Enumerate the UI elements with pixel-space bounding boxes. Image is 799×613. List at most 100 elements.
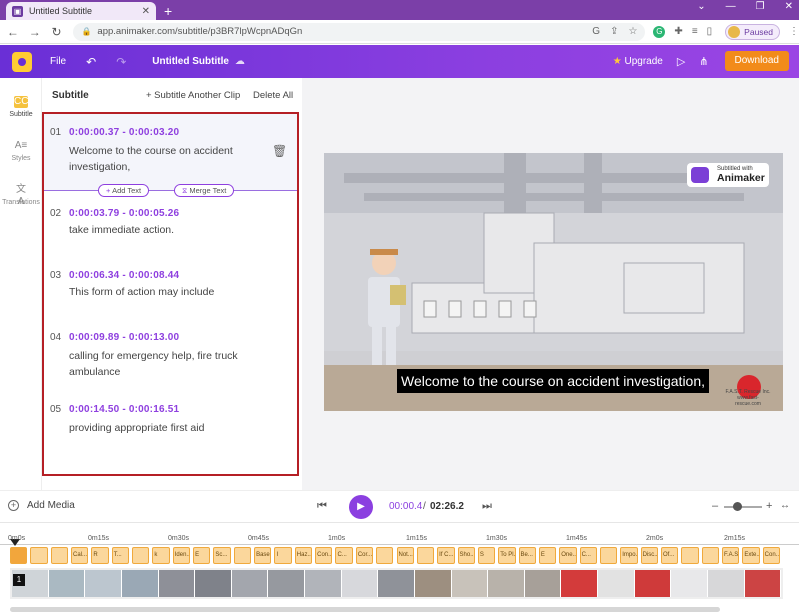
subtitle-entry[interactable]: 02 0:00:03.79 - 0:00:05.26 take immediat… — [44, 202, 297, 258]
rail-item-subtitle[interactable]: CC Subtitle — [0, 96, 42, 118]
subtitle-chip[interactable]: k — [152, 547, 170, 564]
trash-icon[interactable]: 🗑 — [272, 144, 287, 158]
skip-back-icon[interactable]: ⏮ — [317, 500, 327, 513]
tab-close-icon[interactable]: ✕ — [142, 6, 150, 17]
zoom-slider[interactable] — [724, 506, 762, 508]
subtitle-entry[interactable]: 01 0:00:00.37 - 0:00:03.20 Welcome to th… — [44, 114, 297, 190]
subtitle-chip[interactable]: Sc... — [213, 547, 231, 564]
subtitle-chip[interactable]: If C... — [437, 547, 455, 564]
subtitle-chip[interactable]: Cor... — [355, 547, 374, 564]
subtitle-chip[interactable] — [10, 547, 28, 564]
back-icon[interactable]: ← — [4, 25, 22, 39]
skip-forward-icon[interactable]: ⏭ — [482, 500, 492, 513]
entry-time[interactable]: 0:00:06.34 - 0:00:08.44 — [69, 270, 179, 281]
subtitle-chip[interactable]: T... — [111, 547, 130, 564]
rail-item-translations[interactable]: 文A Translations — [0, 184, 42, 207]
subtitle-chip[interactable]: Haz... — [294, 547, 313, 564]
subtitle-entry[interactable]: 04 0:00:09.89 - 0:00:13.00 calling for e… — [44, 326, 297, 396]
project-title[interactable]: Untitled Subtitle — [152, 56, 229, 67]
subtitle-chip[interactable]: S — [477, 547, 496, 564]
entry-time[interactable]: 0:00:00.37 - 0:00:03.20 — [69, 127, 179, 138]
subtitle-chip[interactable]: R — [91, 547, 109, 564]
restore-icon[interactable]: ❐ — [756, 1, 765, 12]
extensions-icon[interactable]: ✚ — [674, 26, 682, 37]
subtitle-chip[interactable]: Con... — [762, 547, 780, 564]
google-lens-icon[interactable]: G — [592, 26, 600, 37]
subtitle-chip[interactable] — [681, 547, 699, 564]
undo-icon[interactable]: ↶ — [86, 55, 96, 69]
entry-time[interactable]: 0:00:14.50 - 0:00:16.51 — [69, 404, 179, 415]
delete-all-button[interactable]: Delete All — [253, 90, 293, 101]
zoom-out-icon[interactable]: – — [712, 500, 718, 512]
subtitle-chip[interactable] — [701, 547, 719, 564]
entry-text[interactable]: Welcome to the course on accident invest… — [69, 143, 269, 175]
subtitle-chip[interactable] — [50, 547, 68, 564]
subtitle-chip[interactable]: Con... — [315, 547, 333, 564]
close-icon[interactable]: ✕ — [785, 1, 793, 12]
side-panel-icon[interactable]: ▯ — [707, 26, 713, 37]
profile-button[interactable]: Paused — [725, 23, 781, 40]
bookmark-star-icon[interactable]: ☆ — [628, 26, 637, 37]
subtitle-chip[interactable] — [30, 547, 48, 564]
share-icon[interactable]: ⇪ — [610, 26, 618, 37]
timeline-scrollbar[interactable] — [10, 607, 720, 612]
entry-text[interactable]: calling for emergency help, fire truck a… — [69, 348, 269, 380]
zoom-in-icon[interactable]: + — [766, 500, 772, 512]
subtitle-chip[interactable]: I — [274, 547, 292, 564]
subtitle-entry[interactable]: 05 0:00:14.50 - 0:00:16.51 providing app… — [44, 398, 297, 454]
subtitle-chip[interactable]: C... — [579, 547, 597, 564]
add-text-button[interactable]: + Add Text — [98, 184, 150, 197]
chevron-down-icon[interactable]: ⌄ — [697, 1, 705, 12]
grammarly-icon[interactable]: G — [653, 25, 666, 38]
fit-timeline-icon[interactable]: ↔ — [780, 500, 790, 511]
subtitle-chip[interactable]: Cal... — [71, 547, 89, 564]
subtitle-chip[interactable] — [599, 547, 618, 564]
entry-time[interactable]: 0:00:03.79 - 0:00:05.26 — [69, 208, 179, 219]
rail-item-styles[interactable]: A≡ Styles — [0, 140, 42, 162]
subtitle-chip[interactable]: Exte... — [742, 547, 760, 564]
entry-text[interactable]: take immediate action. — [69, 222, 269, 238]
forward-icon[interactable]: → — [26, 25, 44, 39]
subtitle-chip[interactable]: Base... — [254, 547, 272, 564]
subtitle-chip[interactable] — [376, 547, 394, 564]
subtitle-chip[interactable] — [416, 547, 435, 564]
share-icon[interactable]: ⋔ — [699, 55, 708, 68]
redo-icon[interactable]: ↷ — [116, 55, 126, 69]
subtitle-chip[interactable]: Be... — [518, 547, 536, 564]
subtitle-chip[interactable]: Not... — [396, 547, 414, 564]
subtitle-chip[interactable]: C... — [335, 547, 353, 564]
subtitle-chip[interactable]: One... — [559, 547, 577, 564]
subtitle-chip[interactable]: Of... — [660, 547, 679, 564]
subtitle-chip[interactable]: Disc... — [640, 547, 658, 564]
preview-play-icon[interactable]: ▷ — [677, 55, 685, 68]
animaker-logo-icon[interactable] — [12, 51, 32, 72]
add-media-button[interactable]: + Add Media — [8, 500, 75, 511]
download-button[interactable]: Download — [724, 51, 789, 71]
reading-list-icon[interactable]: ≡ — [692, 26, 698, 37]
url-field[interactable]: 🔒 app.animaker.com/subtitle/p3BR7lpWcpnA… — [73, 22, 646, 41]
subtitle-chip[interactable]: Sho... — [457, 547, 475, 564]
subtitle-chip[interactable] — [132, 547, 150, 564]
zoom-slider-handle[interactable] — [733, 502, 742, 511]
subtitle-chip[interactable]: Iden... — [172, 547, 191, 564]
video-thumbnail-track[interactable] — [10, 568, 783, 599]
play-button[interactable]: ▶ — [349, 495, 373, 519]
subtitle-another-clip-button[interactable]: + Subtitle Another Clip — [146, 90, 240, 101]
file-menu[interactable]: File — [50, 56, 66, 67]
entry-text[interactable]: This form of action may include — [69, 284, 269, 300]
new-tab-icon[interactable]: + — [164, 2, 172, 20]
entry-time[interactable]: 0:00:09.89 - 0:00:13.00 — [69, 332, 179, 343]
reload-icon[interactable]: ↻ — [48, 25, 66, 39]
subtitle-chip[interactable]: E — [193, 547, 211, 564]
video-preview[interactable]: Subtitled with Animaker Welcome to the c… — [324, 153, 783, 411]
subtitle-chip[interactable]: Impo... — [620, 547, 638, 564]
subtitle-chip[interactable]: E — [538, 547, 557, 564]
subtitle-chip[interactable]: To Pl... — [498, 547, 516, 564]
browser-tab[interactable]: ▣ Untitled Subtitle ✕ — [6, 2, 156, 20]
upgrade-link[interactable]: ★ Upgrade — [613, 56, 663, 67]
entry-text[interactable]: providing appropriate first aid — [69, 420, 269, 436]
subtitle-chip[interactable]: F.A.S.T... — [721, 547, 740, 564]
minimize-icon[interactable]: — — [726, 1, 736, 12]
subtitle-entry[interactable]: 03 0:00:06.34 - 0:00:08.44 This form of … — [44, 264, 297, 320]
subtitle-chip[interactable] — [233, 547, 252, 564]
